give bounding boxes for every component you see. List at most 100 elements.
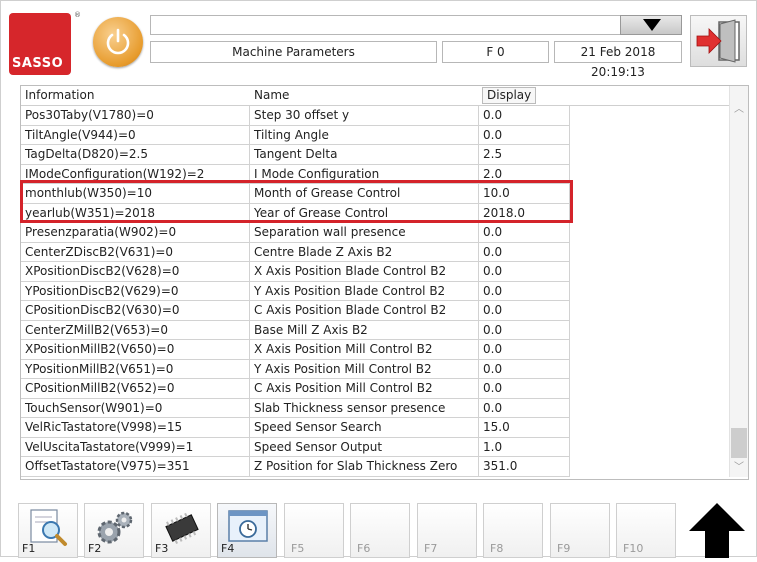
cell-display: 2.5 (479, 145, 570, 165)
f9-button[interactable]: F9 (550, 503, 610, 558)
power-button[interactable] (93, 17, 143, 67)
cell-information: VelUscitaTastatore(V999)=1 (21, 437, 250, 457)
vertical-scrollbar[interactable]: ︿ ﹀ (729, 86, 748, 477)
f10-label: F10 (623, 542, 644, 555)
f6-button[interactable]: F6 (350, 503, 410, 558)
table-row[interactable]: TouchSensor(W901)=0 Slab Thickness sensor… (21, 398, 729, 418)
cell-information: XPositionDiscB2(V628)=0 (21, 262, 250, 282)
table-row[interactable]: XPositionDiscB2(V628)=0 X Axis Position B… (21, 262, 729, 282)
logo-text: SASSO (12, 56, 64, 71)
exit-door-icon (696, 19, 740, 63)
power-icon (106, 28, 130, 55)
cell-display: 0.0 (479, 262, 570, 282)
cell-name: Speed Sensor Output (250, 437, 479, 457)
cell-display: 0.0 (479, 320, 570, 340)
table-row[interactable]: Presenzparatia(W902)=0 Separation wall pr… (21, 223, 729, 243)
cell-name: Month of Grease Control (250, 184, 479, 204)
cell-information: monthlub(W350)=10 (21, 184, 250, 204)
cell-display: 15.0 (479, 418, 570, 438)
cell-display: 2018.0 (479, 203, 570, 223)
cell-display: 0.0 (479, 223, 570, 243)
f3-button[interactable]: F3 (151, 503, 211, 558)
f3-label: F3 (155, 542, 169, 555)
table-row[interactable]: YPositionDiscB2(V629)=0 Y Axis Position B… (21, 281, 729, 301)
cell-name: Separation wall presence (250, 223, 479, 243)
cell-name: Year of Grease Control (250, 203, 479, 223)
table-row[interactable]: TagDelta(D820)=2.5 Tangent Delta 2.5 (21, 145, 729, 165)
cell-information: YPositionDiscB2(V629)=0 (21, 281, 250, 301)
dropdown-button[interactable] (620, 15, 682, 35)
cell-display: 0.0 (479, 301, 570, 321)
cell-information: CenterZMillB2(V653)=0 (21, 320, 250, 340)
cell-information: IModeConfiguration(W192)=2 (21, 164, 250, 184)
triangle-down-icon (643, 19, 661, 31)
cell-information: XPositionMillB2(V650)=0 (21, 340, 250, 360)
f2-button[interactable]: F2 (84, 503, 144, 558)
table-row[interactable]: CPositionDiscB2(V630)=0 C Axis Position B… (21, 301, 729, 321)
cell-name: Step 30 offset y (250, 106, 479, 126)
table-row[interactable]: CenterZDiscB2(V631)=0 Centre Blade Z Axis… (21, 242, 729, 262)
cell-name: Y Axis Position Blade Control B2 (250, 281, 479, 301)
cell-information: TouchSensor(W901)=0 (21, 398, 250, 418)
cell-display: 0.0 (479, 281, 570, 301)
cell-name: Base Mill Z Axis B2 (250, 320, 479, 340)
scrollbar-thumb[interactable] (731, 428, 747, 458)
f9-label: F9 (557, 542, 571, 555)
f6-label: F6 (357, 542, 371, 555)
f8-button[interactable]: F8 (483, 503, 543, 558)
table-row[interactable]: OffsetTastatore(V975)=351 Z Position for … (21, 457, 729, 477)
page-title: Machine Parameters (150, 41, 437, 63)
column-header-name[interactable]: Name (250, 86, 479, 105)
function-key-bar: F1 F2 F3 F4 F5 F6 F7 F8 F9 F10 (1, 489, 757, 558)
cell-display: 0.0 (479, 340, 570, 360)
table-row[interactable]: yearlub(W351)=2018 Year of Grease Control… (21, 203, 729, 223)
cell-information: TiltAngle(V944)=0 (21, 125, 250, 145)
exit-button[interactable] (690, 15, 747, 67)
cell-information: YPositionMillB2(V651)=0 (21, 359, 250, 379)
message-bar (150, 15, 682, 35)
f5-label: F5 (291, 542, 305, 555)
cell-name: C Axis Position Blade Control B2 (250, 301, 479, 321)
cell-information: CPositionMillB2(V652)=0 (21, 379, 250, 399)
cell-information: VelRicTastatore(V998)=15 (21, 418, 250, 438)
cell-information: Pos30Taby(V1780)=0 (21, 106, 250, 126)
cell-display: 0.0 (479, 359, 570, 379)
cell-display: 10.0 (479, 184, 570, 204)
column-header-display[interactable]: Display (482, 87, 537, 104)
registered-mark-icon: ® (74, 11, 81, 19)
cell-name: Speed Sensor Search (250, 418, 479, 438)
cell-name: X Axis Position Mill Control B2 (250, 340, 479, 360)
cell-name: I Mode Configuration (250, 164, 479, 184)
datetime-display: 21 Feb 2018 20:19:13 (554, 41, 682, 79)
f8-label: F8 (490, 542, 504, 555)
f7-button[interactable]: F7 (417, 503, 477, 558)
f4-button[interactable]: F4 (217, 503, 277, 558)
parameters-table: Information Name Display Pos30Taby(V1780… (20, 85, 749, 480)
cell-name: X Axis Position Blade Control B2 (250, 262, 479, 282)
table-row[interactable]: CPositionMillB2(V652)=0 C Axis Position M… (21, 379, 729, 399)
table-row[interactable]: Pos30Taby(V1780)=0 Step 30 offset y 0.0 (21, 106, 729, 126)
page-up-button[interactable] (687, 501, 747, 558)
table-row[interactable]: YPositionMillB2(V651)=0 Y Axis Position M… (21, 359, 729, 379)
f10-button[interactable]: F10 (616, 503, 676, 558)
app-window: SASSO ® Machine Parameters F 0 21 Feb 20… (0, 0, 757, 558)
scroll-down-icon[interactable]: ﹀ (734, 458, 744, 473)
f1-button[interactable]: F1 (18, 503, 78, 558)
cell-name: Z Position for Slab Thickness Zero (250, 457, 479, 477)
table-row[interactable]: monthlub(W350)=10 Month of Grease Control… (21, 184, 729, 204)
f4-label: F4 (221, 542, 235, 555)
table-body: Pos30Taby(V1780)=0 Step 30 offset y 0.0 Til… (21, 106, 729, 477)
scroll-up-icon[interactable]: ︿ (734, 100, 744, 115)
f2-label: F2 (88, 542, 102, 555)
table-row[interactable]: TiltAngle(V944)=0 Tilting Angle 0.0 (21, 125, 729, 145)
table-row[interactable]: VelRicTastatore(V998)=15 Speed Sensor Sea… (21, 418, 729, 438)
table-row[interactable]: IModeConfiguration(W192)=2 I Mode Configu… (21, 164, 729, 184)
cell-name: Slab Thickness sensor presence (250, 398, 479, 418)
table-row[interactable]: VelUscitaTastatore(V999)=1 Speed Sensor O… (21, 437, 729, 457)
cell-information: CPositionDiscB2(V630)=0 (21, 301, 250, 321)
f5-button[interactable]: F5 (284, 503, 344, 558)
table-row[interactable]: XPositionMillB2(V650)=0 X Axis Position M… (21, 340, 729, 360)
cell-display: 351.0 (479, 457, 570, 477)
column-header-information[interactable]: Information (21, 86, 250, 105)
table-row[interactable]: CenterZMillB2(V653)=0 Base Mill Z Axis B2… (21, 320, 729, 340)
